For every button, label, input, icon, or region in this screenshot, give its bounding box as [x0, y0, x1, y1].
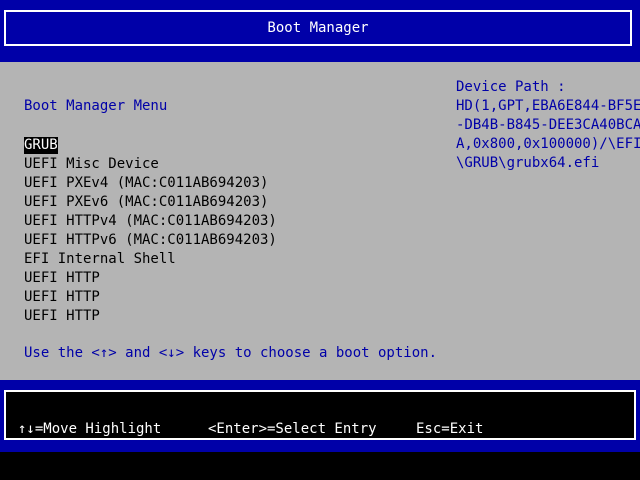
boot-option-uefi-http-1[interactable]: UEFI HTTP: [24, 269, 277, 288]
device-path-line: -DB4B-B845-DEE3CA40BCA: [456, 117, 640, 133]
boot-option-uefi-httpv6[interactable]: UEFI HTTPv6 (MAC:C011AB694203): [24, 231, 277, 250]
boot-option-uefi-httpv4[interactable]: UEFI HTTPv4 (MAC:C011AB694203): [24, 212, 277, 231]
boot-option-efi-internal-shell[interactable]: EFI Internal Shell: [24, 250, 277, 269]
page-title: Boot Manager: [267, 20, 369, 36]
device-path-line: \GRUB\grubx64.efi: [456, 155, 600, 171]
boot-option-uefi-pxev4[interactable]: UEFI PXEv4 (MAC:C011AB694203): [24, 174, 277, 193]
menu-title: Boot Manager Menu: [24, 98, 168, 114]
boot-option-label: UEFI HTTP: [24, 270, 100, 286]
header-bar: Boot Manager: [0, 0, 640, 62]
boot-option-label: EFI Internal Shell: [24, 251, 176, 267]
boot-option-uefi-pxev6[interactable]: UEFI PXEv6 (MAC:C011AB694203): [24, 193, 277, 212]
boot-option-label: UEFI HTTPv4 (MAC:C011AB694203): [24, 213, 277, 229]
boot-option-uefi-http-2[interactable]: UEFI HTTP: [24, 288, 277, 307]
boot-option-label: UEFI PXEv6 (MAC:C011AB694203): [24, 194, 269, 210]
main-panel: Boot Manager Menu GRUB UEFI Misc Device …: [0, 62, 640, 380]
boot-option-grub[interactable]: GRUB: [24, 136, 277, 155]
footer-bar: [0, 380, 640, 452]
device-path-panel: Device Path : HD(1,GPT,EBA6E844-BF5E -DB4B…: [456, 78, 640, 173]
bottom-strip: [0, 452, 640, 480]
boot-option-label: UEFI Misc Device: [24, 156, 159, 172]
device-path-line: A,0x800,0x100000)/\EFI: [456, 136, 640, 152]
boot-option-uefi-http-3[interactable]: UEFI HTTP: [24, 307, 277, 326]
title-frame: Boot Manager: [4, 10, 632, 46]
device-path-line: HD(1,GPT,EBA6E844-BF5E: [456, 98, 640, 114]
boot-option-label: UEFI HTTP: [24, 289, 100, 305]
footer-select-entry: <Enter>=Select Entry: [208, 421, 377, 437]
boot-option-label: UEFI HTTPv6 (MAC:C011AB694203): [24, 232, 277, 248]
boot-option-list: GRUB UEFI Misc Device UEFI PXEv4 (MAC:C0…: [24, 136, 277, 326]
footer-exit: Esc=Exit: [416, 421, 484, 437]
boot-option-label: UEFI HTTP: [24, 308, 100, 324]
device-path-heading: Device Path :: [456, 79, 566, 95]
boot-option-label: UEFI PXEv4 (MAC:C011AB694203): [24, 175, 269, 191]
boot-option-label: GRUB: [24, 137, 58, 154]
boot-option-uefi-misc-device[interactable]: UEFI Misc Device: [24, 155, 277, 174]
help-text: Use the <↑> and <↓> keys to choose a boo…: [24, 345, 438, 361]
footer-move-highlight: ↑↓=Move Highlight: [18, 421, 162, 437]
